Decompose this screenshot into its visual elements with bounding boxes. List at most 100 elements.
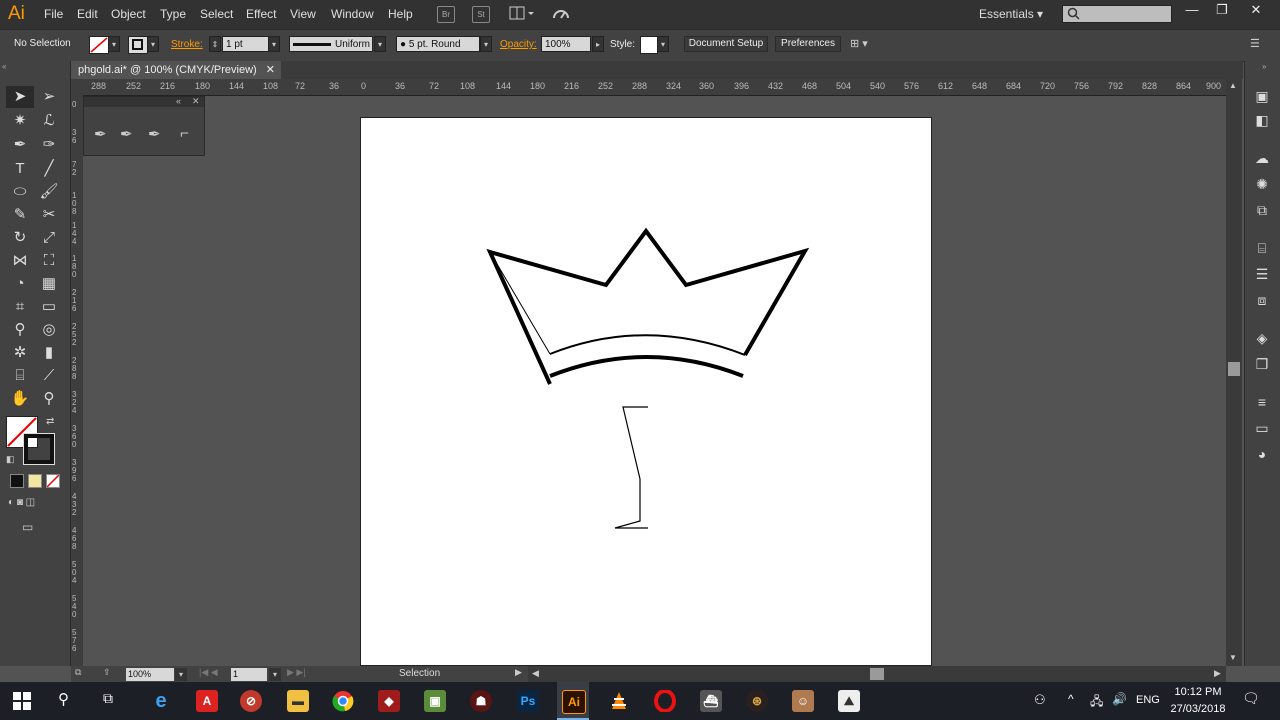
chrome-icon[interactable]	[332, 690, 354, 712]
close-tab-icon[interactable]: ✕	[266, 61, 275, 79]
status-menu-icon[interactable]: ▶	[515, 667, 522, 678]
artboards-panel-icon[interactable]: ⌸	[1252, 240, 1272, 258]
transparency-icon[interactable]: ◕	[1252, 446, 1272, 464]
slice-tool-icon[interactable]: ⟋	[37, 365, 61, 387]
panel-collapse-icon[interactable]: «	[2, 62, 68, 71]
horizontal-scrollbar[interactable]: ◀ ▶	[528, 666, 1226, 682]
vlc-icon[interactable]	[608, 690, 630, 712]
add-anchor-point-tool-icon[interactable]: ✒	[120, 125, 133, 143]
pathfinder-icon[interactable]: ⧈	[1252, 292, 1272, 310]
clock-time[interactable]: 10:12 PM	[1172, 686, 1224, 698]
gpu-performance-icon[interactable]	[550, 6, 572, 22]
app-ship-icon[interactable]: ⛴	[700, 690, 722, 712]
magic-wand-tool-icon[interactable]: ✷	[8, 110, 32, 132]
perspective-grid-tool-icon[interactable]: ▦	[37, 273, 61, 295]
zoom-dropdown[interactable]: ▾	[175, 668, 187, 681]
workspace-switcher[interactable]: Essentials ▾	[979, 7, 1043, 21]
scroll-down-icon[interactable]: ▼	[1229, 653, 1237, 662]
scale-tool-icon[interactable]: ⤢	[37, 227, 61, 249]
scroll-left-icon[interactable]: ◀	[532, 668, 539, 679]
panel-menu-icon[interactable]: ☰	[1250, 37, 1266, 51]
menu-file[interactable]: File	[44, 7, 63, 21]
pencil-tool-icon[interactable]: ✎	[8, 204, 32, 226]
drawing-mode-icon[interactable]: ◐ ◙ ◫	[8, 497, 56, 511]
stroke-swatch[interactable]	[128, 36, 148, 54]
minecraft-icon[interactable]: ▣	[424, 690, 446, 712]
menu-view[interactable]: View	[290, 7, 316, 21]
acrobat-icon[interactable]: A	[196, 690, 218, 712]
artboards-icon[interactable]: ❐	[1252, 356, 1272, 374]
eyedropper-tool-icon[interactable]: ⚲	[8, 319, 32, 341]
hand-tool-icon[interactable]: ✋	[8, 388, 32, 410]
menu-select[interactable]: Select	[200, 7, 233, 21]
libraries-icon[interactable]: ☁	[1252, 150, 1272, 168]
scroll-right-icon[interactable]: ▶	[1214, 668, 1221, 679]
stroke-label[interactable]: Stroke:	[171, 39, 203, 50]
anchor-point-tool-icon[interactable]: ⌐	[180, 125, 189, 142]
show-hidden-icons[interactable]: ^	[1068, 692, 1074, 706]
rotate-tool-icon[interactable]: ↻	[8, 227, 32, 249]
stroke-profile-dropdown[interactable]: ▾	[374, 36, 386, 52]
stroke-color-box[interactable]	[23, 433, 55, 465]
network-icon[interactable]: 🖧	[1090, 692, 1103, 713]
brush-dropdown[interactable]: ▾	[480, 36, 492, 52]
mesh-tool-icon[interactable]: ⌗	[8, 296, 32, 318]
search-icon[interactable]: ⚲	[58, 690, 78, 710]
flyout-close-icon[interactable]: ✕	[192, 96, 200, 107]
search-input[interactable]	[1062, 5, 1172, 23]
curvature-tool-icon[interactable]: ✑	[37, 134, 61, 156]
stroke-dropdown[interactable]: ▾	[147, 36, 159, 52]
stroke-weight-dropdown[interactable]: ▾	[268, 36, 280, 52]
flyout-collapse-icon[interactable]: «	[176, 96, 181, 106]
menu-edit[interactable]: Edit	[77, 7, 98, 21]
stroke-weight-field[interactable]: 1 pt	[222, 36, 269, 52]
fill-swatch[interactable]	[89, 36, 109, 54]
horizontal-scroll-thumb[interactable]	[870, 668, 884, 680]
stroke-profile-select[interactable]: Uniform	[289, 36, 373, 52]
symbol-sprayer-tool-icon[interactable]: ✲	[8, 342, 32, 364]
menu-effect[interactable]: Effect	[246, 7, 276, 21]
artboard-dropdown[interactable]: ▾	[269, 668, 281, 681]
swap-colors-icon[interactable]: ⇄	[46, 416, 58, 428]
app-face-icon[interactable]: ☺	[792, 690, 814, 712]
app-circle-icon[interactable]: ⊛	[746, 690, 768, 712]
zoom-tool-icon[interactable]: ⚲	[37, 388, 61, 410]
artboard-tool-icon[interactable]: ⌸	[8, 365, 32, 387]
vertical-scrollbar[interactable]: ▲ ▼	[1226, 79, 1242, 666]
align-options-icon[interactable]: ⊞ ▾	[850, 37, 880, 51]
gradient-mode-icon[interactable]	[28, 474, 42, 488]
dock-expand-icon[interactable]: »	[1262, 62, 1276, 72]
opacity-field[interactable]: 100%	[541, 36, 591, 52]
app-red-icon[interactable]: ⊘	[240, 690, 262, 712]
photos-icon[interactable]: ⛰	[838, 690, 860, 712]
gradient-panel-icon[interactable]: ▭	[1252, 420, 1272, 438]
document-tab[interactable]: phgold.ai* @ 100% (CMYK/Preview) ✕	[71, 61, 281, 79]
flyout-titlebar[interactable]	[84, 97, 204, 107]
free-transform-tool-icon[interactable]: ⛶	[37, 250, 61, 272]
zoom-field[interactable]: 100%	[126, 668, 174, 681]
share-icon[interactable]: ⇪	[103, 667, 119, 681]
gpu-icon[interactable]: ⧉	[75, 667, 95, 681]
opacity-label[interactable]: Opacity:	[500, 39, 537, 50]
preferences-button[interactable]: Preferences	[775, 36, 841, 52]
crown-band-arc[interactable]	[549, 355, 744, 378]
bridge-icon[interactable]: Br	[437, 6, 455, 23]
lasso-tool-icon[interactable]: ℒ	[37, 110, 61, 132]
document-setup-button[interactable]: Document Setup	[684, 36, 768, 52]
artwork[interactable]	[361, 118, 933, 667]
people-icon[interactable]: ⚇	[1034, 692, 1046, 708]
arrange-documents-icon[interactable]	[509, 6, 535, 21]
stem-path[interactable]	[614, 406, 648, 529]
stroke-weight-stepper[interactable]: ⇕	[209, 36, 221, 52]
line-tool-icon[interactable]: ╱	[37, 158, 61, 180]
blend-tool-icon[interactable]: ◎	[37, 319, 61, 341]
vertical-scroll-thumb[interactable]	[1228, 362, 1240, 376]
artboard[interactable]	[360, 117, 932, 666]
ellipse-tool-icon[interactable]: ⬭	[8, 181, 32, 203]
color-guide-icon[interactable]: ▣	[1252, 88, 1272, 106]
menu-window[interactable]: Window	[331, 7, 374, 21]
illustrator-icon[interactable]: Ai	[562, 690, 586, 714]
menu-help[interactable]: Help	[388, 7, 413, 21]
stock-icon[interactable]: St	[472, 6, 490, 23]
align-panel-icon[interactable]: ☰	[1252, 266, 1272, 284]
